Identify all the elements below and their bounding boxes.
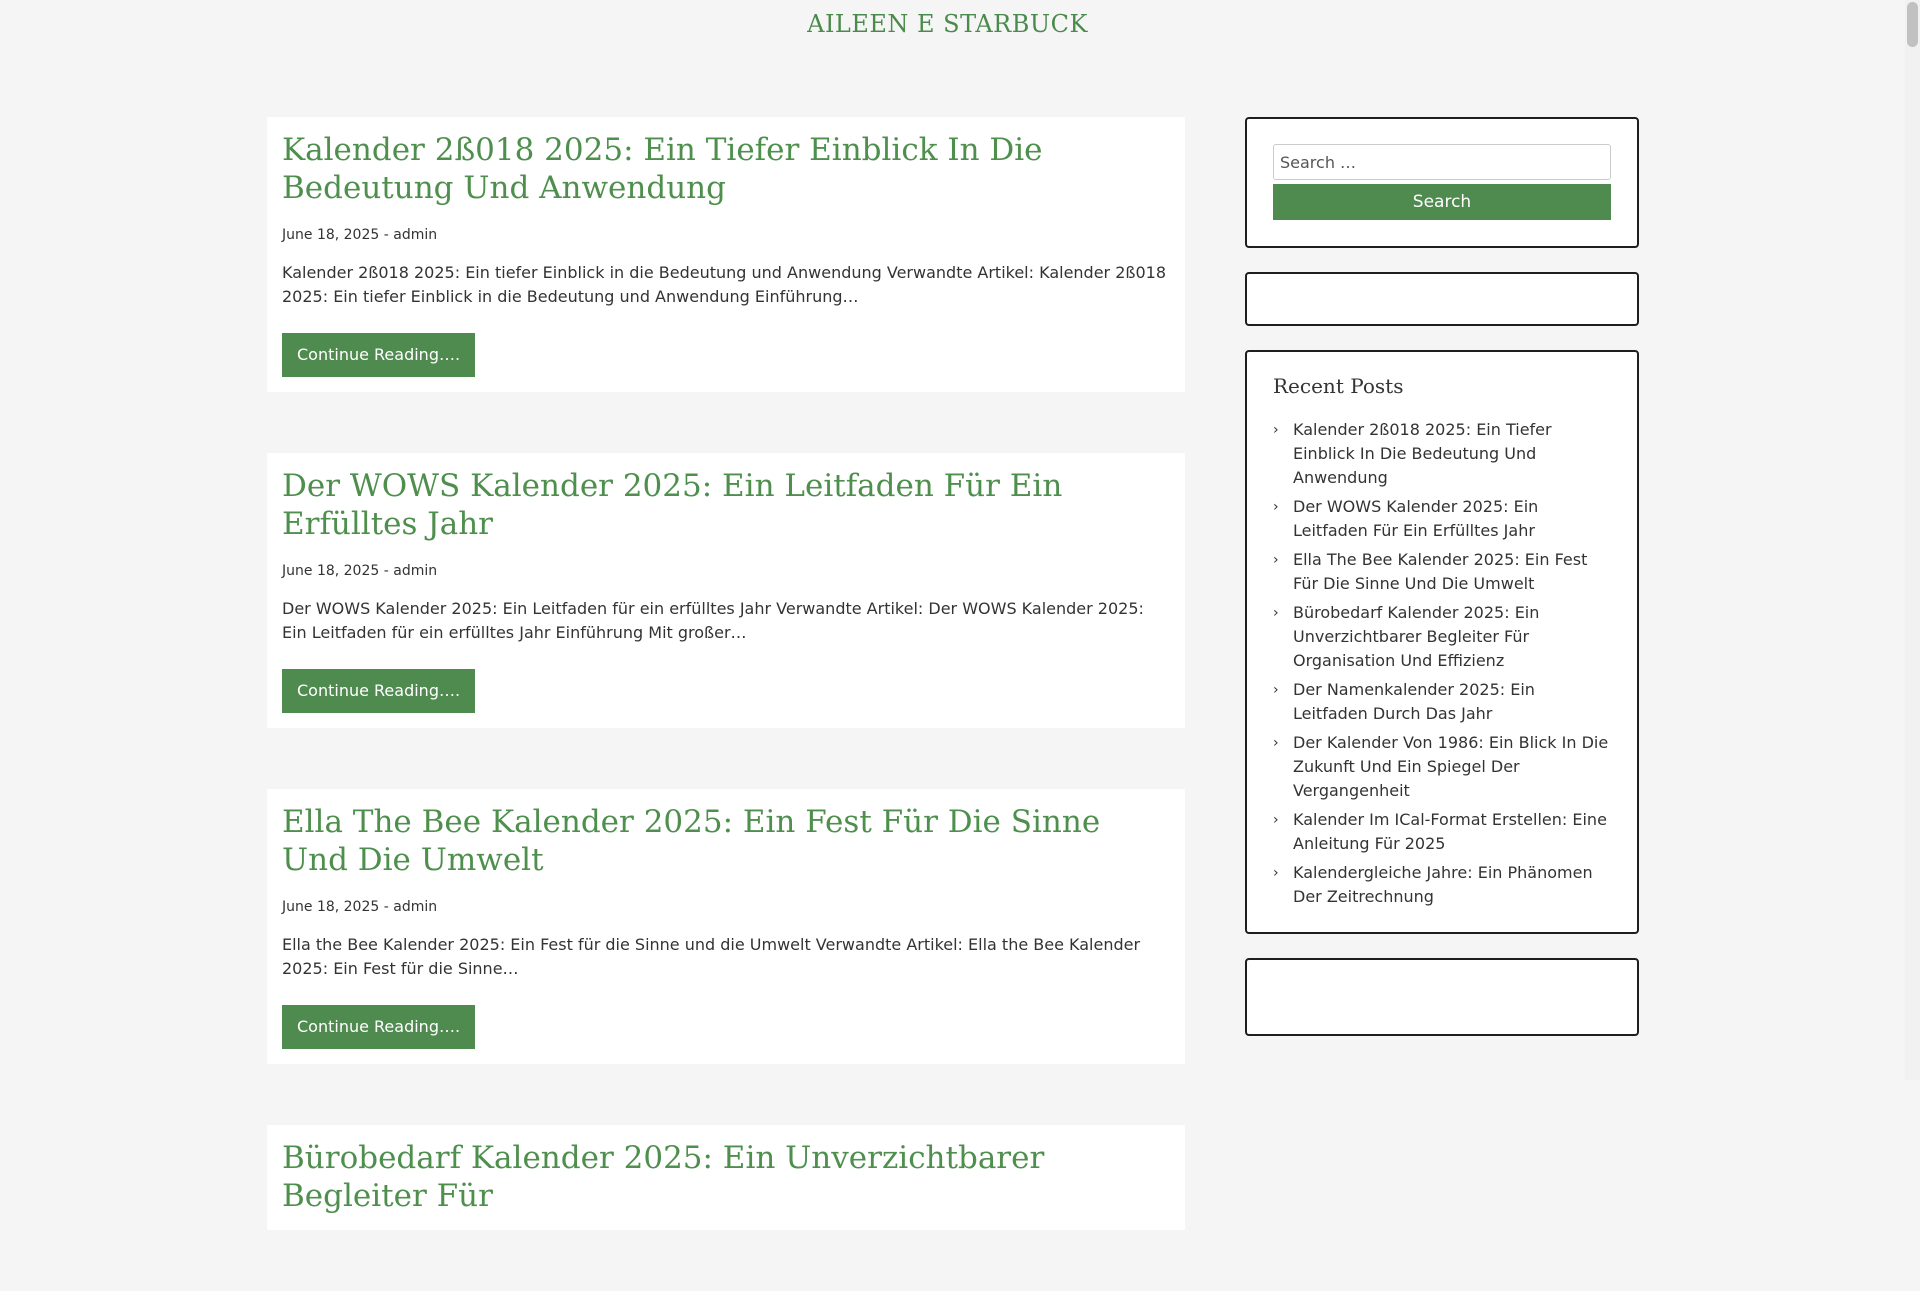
- recent-posts-heading: Recent Posts: [1273, 374, 1404, 398]
- continue-reading-button[interactable]: Continue Reading….: [282, 333, 476, 377]
- chevron-right-icon: ›: [1273, 552, 1279, 568]
- post-title[interactable]: Der WOWS Kalender 2025: Ein Leitfaden Fü…: [282, 467, 1170, 543]
- chevron-right-icon: ›: [1273, 865, 1279, 881]
- chevron-right-icon: ›: [1273, 499, 1279, 515]
- recent-post-link[interactable]: Ella The Bee Kalender 2025: Ein Fest Für…: [1293, 550, 1587, 593]
- recent-post-link[interactable]: Der WOWS Kalender 2025: Ein Leitfaden Fü…: [1293, 497, 1538, 540]
- vertical-scrollbar[interactable]: [1905, 0, 1920, 1080]
- recent-post-link[interactable]: Der Kalender Von 1986: Ein Blick In Die …: [1293, 733, 1608, 800]
- post-card: Bürobedarf Kalender 2025: Ein Unverzicht…: [267, 1125, 1185, 1230]
- site-title[interactable]: AILEEN E STARBUCK: [0, 10, 1895, 38]
- chevron-right-icon: ›: [1273, 422, 1279, 438]
- recent-post-item[interactable]: › Ella The Bee Kalender 2025: Ein Fest Fü…: [1273, 548, 1611, 596]
- post-meta: June 18, 2025 - admin: [282, 899, 438, 915]
- recent-post-item[interactable]: › Kalender 2ß018 2025: Ein Tiefer Einblic…: [1273, 418, 1611, 490]
- post-card: Kalender 2ß018 2025: Ein Tiefer Einblick…: [267, 117, 1185, 392]
- recent-post-item[interactable]: › Kalender Im ICal-Format Erstellen: Eine…: [1273, 808, 1611, 856]
- chevron-right-icon: ›: [1273, 682, 1279, 698]
- scrollbar-thumb[interactable]: [1907, 2, 1918, 47]
- post-card: Ella The Bee Kalender 2025: Ein Fest Für…: [267, 789, 1185, 1064]
- search-widget: Search: [1245, 117, 1639, 248]
- recent-post-item[interactable]: › Kalendergleiche Jahre: Ein Phänomen Der…: [1273, 861, 1611, 909]
- empty-widget: [1245, 272, 1639, 326]
- post-meta: June 18, 2025 - admin: [282, 227, 438, 243]
- recent-post-item[interactable]: › Der Namenkalender 2025: Ein Leitfaden D…: [1273, 678, 1611, 726]
- recent-posts-list: › Kalender 2ß018 2025: Ein Tiefer Einblic…: [1273, 418, 1611, 909]
- post-title[interactable]: Kalender 2ß018 2025: Ein Tiefer Einblick…: [282, 131, 1170, 207]
- recent-post-link[interactable]: Der Namenkalender 2025: Ein Leitfaden Du…: [1293, 680, 1535, 723]
- post-title[interactable]: Ella The Bee Kalender 2025: Ein Fest Für…: [282, 803, 1170, 879]
- continue-reading-button[interactable]: Continue Reading….: [282, 1005, 476, 1049]
- recent-post-item[interactable]: › Bürobedarf Kalender 2025: Ein Unverzich…: [1273, 601, 1611, 673]
- search-button[interactable]: Search: [1273, 184, 1611, 220]
- post-excerpt: Kalender 2ß018 2025: Ein tiefer Einblick…: [282, 263, 1167, 306]
- post-title[interactable]: Bürobedarf Kalender 2025: Ein Unverzicht…: [282, 1139, 1170, 1215]
- recent-posts-widget: Recent Posts › Kalender 2ß018 2025: Ein T…: [1245, 350, 1639, 934]
- empty-widget: [1245, 958, 1639, 1036]
- recent-post-link[interactable]: Bürobedarf Kalender 2025: Ein Unverzicht…: [1293, 603, 1539, 670]
- chevron-right-icon: ›: [1273, 735, 1279, 751]
- recent-post-item[interactable]: › Der Kalender Von 1986: Ein Blick In Die…: [1273, 731, 1611, 803]
- sidebar: Search Recent Posts › Kalender 2ß018 2025…: [1245, 117, 1639, 1060]
- continue-reading-button[interactable]: Continue Reading….: [282, 669, 476, 713]
- recent-post-link[interactable]: Kalender 2ß018 2025: Ein Tiefer Einblick…: [1293, 420, 1552, 487]
- chevron-right-icon: ›: [1273, 812, 1279, 828]
- post-excerpt: Ella the Bee Kalender 2025: Ein Fest für…: [282, 935, 1141, 978]
- recent-post-item[interactable]: › Der WOWS Kalender 2025: Ein Leitfaden F…: [1273, 495, 1611, 543]
- post-card: Der WOWS Kalender 2025: Ein Leitfaden Fü…: [267, 453, 1185, 728]
- post-list: Kalender 2ß018 2025: Ein Tiefer Einblick…: [267, 117, 1185, 1291]
- recent-post-link[interactable]: Kalendergleiche Jahre: Ein Phänomen Der …: [1293, 863, 1593, 906]
- recent-post-link[interactable]: Kalender Im ICal-Format Erstellen: Eine …: [1293, 810, 1607, 853]
- post-excerpt: Der WOWS Kalender 2025: Ein Leitfaden fü…: [282, 599, 1144, 642]
- post-meta: June 18, 2025 - admin: [282, 563, 438, 579]
- chevron-right-icon: ›: [1273, 605, 1279, 621]
- search-input[interactable]: [1273, 144, 1611, 180]
